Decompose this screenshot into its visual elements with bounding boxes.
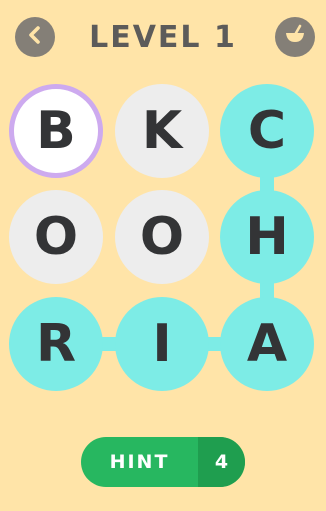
back-button[interactable] (15, 17, 55, 57)
chevron-left-icon (24, 24, 46, 50)
shop-button[interactable] (275, 17, 315, 57)
letter-tile[interactable]: K (115, 84, 209, 178)
hint-button[interactable]: HINT 4 (81, 437, 245, 487)
letter-tile[interactable]: C (220, 84, 314, 178)
letter-tile[interactable]: O (115, 190, 209, 284)
letter-tile[interactable]: O (9, 190, 103, 284)
connector-h-a (260, 282, 274, 298)
letter-tile[interactable]: H (220, 190, 314, 284)
letter-tile[interactable]: R (9, 297, 103, 391)
letter-tile[interactable]: A (220, 297, 314, 391)
hint-label: HINT (109, 451, 170, 473)
basket-icon (283, 23, 307, 51)
letter-tile[interactable]: B (9, 84, 103, 178)
hint-count: 4 (198, 437, 245, 487)
level-title: LEVEL 1 (89, 19, 237, 55)
letter-tile[interactable]: I (115, 297, 209, 391)
